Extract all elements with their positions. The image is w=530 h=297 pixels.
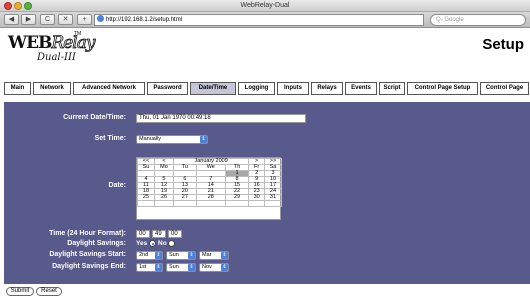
globe-icon	[97, 15, 104, 22]
tab-events[interactable]: Events	[345, 82, 377, 95]
search-input[interactable]: Q- Google	[430, 14, 526, 26]
reload-icon[interactable]: C	[40, 14, 55, 25]
window-title: WebRelay-Dual	[240, 2, 290, 9]
current-datetime-label: Current Date/Time:	[63, 114, 126, 121]
chevron-down-icon: ⇕	[188, 264, 195, 271]
chevron-down-icon: ⇕	[221, 264, 228, 271]
forward-icon[interactable]: ▶	[21, 14, 36, 25]
minutes-input[interactable]: 49	[152, 230, 166, 238]
chevron-down-icon: ⇕	[155, 264, 162, 271]
tab-date-time[interactable]: Date/Time	[190, 82, 236, 95]
dst-start-month-select[interactable]: Mar ⇕	[199, 251, 229, 260]
tab-control-page-setup[interactable]: Control Page Setup	[407, 82, 478, 95]
submit-button[interactable]: Submit	[6, 287, 34, 296]
page-title: Setup	[482, 36, 524, 53]
chevron-down-icon: ⇕	[188, 252, 195, 259]
daylight-yes-label: Yes	[136, 240, 148, 247]
tab-network[interactable]: Network	[33, 82, 71, 95]
logo-web: WEB	[8, 33, 52, 53]
calendar-day	[195, 200, 226, 207]
dst-start-label: Daylight Savings Start:	[49, 251, 126, 258]
tab-advanced-network[interactable]: Advanced Network	[73, 82, 145, 95]
calendar-day	[172, 200, 197, 207]
logo-tm: TM	[74, 31, 82, 37]
calendar-day	[263, 200, 283, 207]
date-label: Date:	[108, 182, 126, 189]
dst-end-month-select[interactable]: Nov ⇕	[199, 263, 229, 272]
dst-start-day-select[interactable]: Sun ⇕	[166, 251, 196, 260]
calendar: << < January 2009 > >> Su Mo Tu We Th Fr…	[136, 157, 283, 220]
reset-button[interactable]: Reset	[36, 287, 62, 296]
chevron-down-icon: ⇕	[200, 136, 207, 143]
chevron-down-icon: ⇕	[221, 252, 228, 259]
set-time-value: Manually	[139, 136, 162, 142]
dst-start-week-select[interactable]: 2nd ⇕	[136, 251, 163, 260]
logo-subtitle: Dual-III	[37, 52, 76, 63]
hours-input[interactable]: 00	[136, 230, 150, 238]
logo-relay: Relay	[51, 33, 96, 54]
tab-inputs[interactable]: Inputs	[277, 82, 309, 95]
settings-panel: Current Date/Time: Thu, 01 Jan 1970 00:4…	[4, 102, 530, 284]
calendar-day	[248, 200, 265, 207]
set-time-label: Set Time:	[94, 135, 126, 142]
tab-main[interactable]: Main	[4, 82, 31, 95]
daylight-savings-label: Daylight Savings:	[67, 240, 126, 247]
url-text: http://192.168.1.2/setup.html	[106, 17, 183, 23]
dst-end-day-value: Sun	[169, 264, 179, 270]
back-icon[interactable]: ◀	[4, 14, 19, 25]
calendar-day	[137, 200, 155, 207]
calendar-day	[224, 200, 250, 207]
current-datetime-value: Thu, 01 Jan 1970 00:49:18	[136, 114, 306, 123]
daylight-no-radio[interactable]	[168, 240, 175, 247]
dst-end-week-select[interactable]: 1st ⇕	[136, 263, 163, 272]
dst-start-week-value: 2nd	[139, 252, 149, 258]
dst-end-month-value: Nov	[202, 264, 212, 270]
bookmarks-icon[interactable]: ✕	[58, 14, 73, 25]
calendar-day	[153, 200, 174, 207]
add-bookmark-icon[interactable]: +	[77, 14, 92, 25]
dst-end-day-select[interactable]: Sun ⇕	[166, 263, 196, 272]
dst-start-month-value: Mar	[202, 252, 212, 258]
dst-end-label: Daylight Savings End:	[52, 263, 126, 270]
chevron-down-icon: ⇕	[155, 252, 162, 259]
tab-password[interactable]: Password	[147, 82, 188, 95]
tab-relays[interactable]: Relays	[311, 82, 343, 95]
browser-toolbar: ◀ ▶ C ✕ + http://192.168.1.2/setup.html …	[0, 12, 530, 28]
daylight-no-label: No	[158, 240, 167, 247]
window-titlebar: WebRelay-Dual	[0, 0, 530, 12]
daylight-yes-radio[interactable]	[149, 240, 156, 247]
tab-control-page[interactable]: Control Page	[480, 82, 529, 95]
address-bar[interactable]: http://192.168.1.2/setup.html	[94, 14, 424, 26]
dst-start-day-value: Sun	[169, 252, 179, 258]
seconds-input[interactable]: 00	[168, 230, 182, 238]
tab-script[interactable]: Script	[379, 82, 405, 95]
webrelay-logo: WEBRelay	[8, 33, 96, 54]
tab-logging[interactable]: Logging	[238, 82, 275, 95]
set-time-select[interactable]: Manually ⇕	[136, 135, 208, 144]
dst-end-week-value: 1st	[139, 264, 147, 270]
time-label: Time (24 Hour Format):	[49, 230, 126, 237]
